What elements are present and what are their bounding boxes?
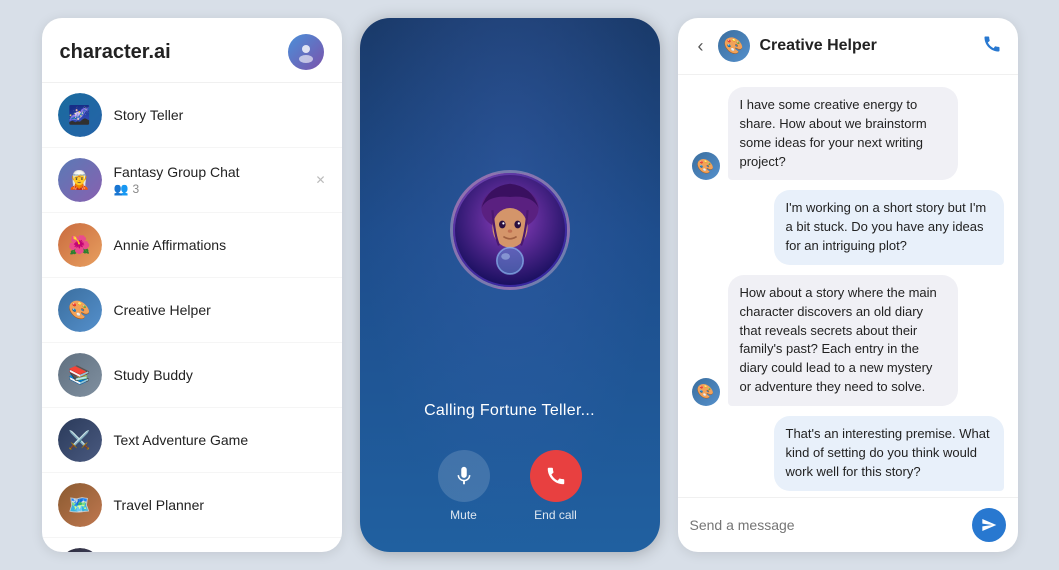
mute-label: Mute [450,508,477,522]
chat-item-annie[interactable]: 🌺 Annie Affirmations [42,213,342,278]
phone-button[interactable] [982,34,1002,59]
call-avatar-inner [453,173,567,287]
chat-sub: 👥 3 [114,182,304,196]
chat-list: 🌌 Story Teller 🧝 Fantasy Group Chat 👥 3 … [42,83,342,552]
chat-header: ‹ 🎨 Creative Helper [678,18,1018,75]
chat-info-creative: Creative Helper [114,302,326,318]
chat-item-dungeon[interactable]: 🎲 Dungeon Master [42,538,342,552]
call-controls: Mute End call [438,450,582,522]
bot-avatar: 🎨 [692,378,720,406]
chat-info-annie: Annie Affirmations [114,237,326,253]
chat-info-study: Study Buddy [114,367,326,383]
chat-name: Travel Planner [114,497,326,513]
message-row: 🎨 How about a story where the main chara… [692,275,1004,406]
message-bubble: I have some creative energy to share. Ho… [728,87,958,180]
message-bubble: That's an interesting premise. What kind… [774,416,1004,491]
chat-item-text-adventure[interactable]: ⚔️ Text Adventure Game [42,408,342,473]
left-header: character.ai [42,18,342,83]
chat-header-title: Creative Helper [760,37,972,55]
chat-info-fantasy: Fantasy Group Chat 👥 3 [114,164,304,196]
chat-item-travel[interactable]: 🗺️ Travel Planner [42,473,342,538]
chat-name: Story Teller [114,107,326,123]
chat-item-creative[interactable]: 🎨 Creative Helper [42,278,342,343]
chat-name: Study Buddy [114,367,326,383]
chat-avatar-story-teller: 🌌 [58,93,102,137]
chat-header-avatar: 🎨 [718,30,750,62]
chat-info-travel: Travel Planner [114,497,326,513]
chat-name: Fantasy Group Chat [114,164,304,180]
mute-btn-circle[interactable] [438,450,490,502]
chat-info-story-teller: Story Teller [114,107,326,123]
mute-button[interactable]: Mute [438,450,490,522]
chat-avatar-fantasy: 🧝 [58,158,102,202]
chat-item-fantasy[interactable]: 🧝 Fantasy Group Chat 👥 3 ✕ [42,148,342,213]
message-row: 🎨 I have some creative energy to share. … [692,87,1004,180]
chat-name: Annie Affirmations [114,237,326,253]
messages-area: 🎨 I have some creative energy to share. … [678,75,1018,497]
message-bubble: I'm working on a short story but I'm a b… [774,190,1004,265]
back-button[interactable]: ‹ [694,32,708,61]
end-call-button[interactable]: End call [530,450,582,522]
chat-avatar-travel: 🗺️ [58,483,102,527]
message-input-area [678,497,1018,552]
chat-item-story-teller[interactable]: 🌌 Story Teller [42,83,342,148]
chat-avatar-text-adventure: ⚔️ [58,418,102,462]
send-button[interactable] [972,508,1006,542]
group-icon: 👥 [114,182,129,196]
chat-name: Text Adventure Game [114,432,326,448]
chat-avatar-study: 📚 [58,353,102,397]
user-avatar[interactable] [288,34,324,70]
message-input[interactable] [690,517,964,533]
message-row: I'm working on a short story but I'm a b… [692,190,1004,265]
middle-panel: Calling Fortune Teller... Mute End call [360,18,660,552]
chat-item-study[interactable]: 📚 Study Buddy [42,343,342,408]
group-count: 3 [132,182,139,196]
call-avatar [450,170,570,290]
app-title: character.ai [60,41,171,64]
message-row: That's an interesting premise. What kind… [692,416,1004,491]
chat-avatar-dungeon: 🎲 [58,548,102,552]
chat-avatar-annie: 🌺 [58,223,102,267]
right-panel: ‹ 🎨 Creative Helper 🎨 I have some creati… [678,18,1018,552]
end-call-btn-circle[interactable] [530,450,582,502]
chat-name: Creative Helper [114,302,326,318]
message-bubble: How about a story where the main charact… [728,275,958,406]
left-panel: character.ai 🌌 Story Teller 🧝 Fantasy Gr… [42,18,342,552]
bot-avatar: 🎨 [692,152,720,180]
chat-avatar-creative: 🎨 [58,288,102,332]
chat-action: ✕ [315,173,325,187]
calling-text: Calling Fortune Teller... [424,402,595,420]
end-call-label: End call [534,508,577,522]
chat-info-text-adventure: Text Adventure Game [114,432,326,448]
